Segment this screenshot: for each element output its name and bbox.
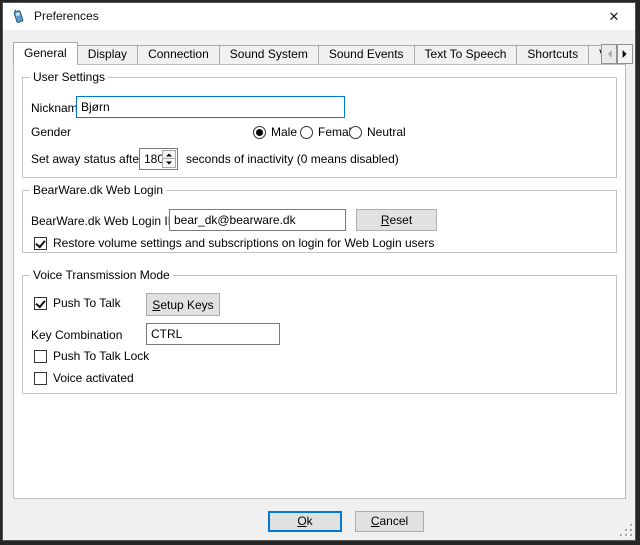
left-arrow-icon (604, 50, 612, 58)
group-title-web-login: BearWare.dk Web Login (30, 183, 166, 198)
push-to-talk-checkbox[interactable] (34, 297, 47, 310)
radio-male[interactable]: Male (253, 126, 297, 139)
radio-neutral-label: Neutral (367, 126, 406, 139)
reset-button[interactable]: Reset (356, 209, 437, 231)
tab-scroll-left-button[interactable] (601, 44, 617, 64)
tab-sound-events[interactable]: Sound Events (318, 45, 415, 64)
close-icon: ✕ (609, 9, 620, 24)
preferences-dialog: Preferences ✕ GeneralDisplayConnectionSo… (2, 2, 636, 541)
key-combination-label: Key Combination (31, 324, 122, 346)
window-title: Preferences (34, 3, 99, 30)
ok-button[interactable]: Ok (268, 511, 342, 532)
spin-down-button[interactable] (163, 159, 175, 167)
group-user-settings: User Settings Nickname Gender Male Femal… (22, 77, 617, 178)
tab-shortcuts[interactable]: Shortcuts (516, 45, 589, 64)
tab-connection[interactable]: Connection (137, 45, 220, 64)
tab-display[interactable]: Display (77, 45, 138, 64)
resize-grip[interactable] (619, 524, 632, 537)
key-combination-input[interactable] (146, 323, 280, 345)
setup-keys-button[interactable]: Setup Keys (146, 293, 220, 316)
group-title-voice-transmission: Voice Transmission Mode (30, 268, 173, 283)
tab-video[interactable]: Video (588, 45, 601, 64)
away-seconds-spinner[interactable]: 180 (139, 148, 178, 170)
title-bar[interactable]: Preferences ✕ (3, 3, 635, 30)
radio-male-label: Male (271, 126, 297, 139)
gender-label: Gender (31, 126, 71, 139)
spin-up-icon (166, 150, 172, 156)
voice-activated-checkbox[interactable] (34, 372, 47, 385)
group-voice-transmission: Voice Transmission Mode Push To Talk Key… (22, 275, 617, 394)
cancel-button[interactable]: Cancel (355, 511, 424, 532)
nickname-input[interactable] (76, 96, 345, 118)
screen: Preferences ✕ GeneralDisplayConnectionSo… (0, 0, 640, 545)
close-button[interactable]: ✕ (593, 3, 635, 30)
restore-volume-checkbox[interactable] (34, 237, 47, 250)
group-title-user-settings: User Settings (30, 70, 108, 85)
away-status-label: Set away status after (31, 148, 143, 170)
tab-bar: GeneralDisplayConnectionSound SystemSoun… (13, 42, 601, 65)
tab-sound-system[interactable]: Sound System (219, 45, 319, 64)
radio-female-circle-icon (300, 126, 313, 139)
restore-volume-label: Restore volume settings and subscription… (53, 237, 434, 250)
tab-general[interactable]: General (13, 42, 78, 65)
push-to-talk-lock-checkbox[interactable] (34, 350, 47, 363)
tab-scroll-right-button[interactable] (617, 44, 633, 64)
right-arrow-icon (623, 50, 631, 58)
push-to-talk-lock-label: Push To Talk Lock (53, 350, 149, 363)
web-login-id-label: BearWare.dk Web Login ID (31, 210, 176, 232)
tab-text-to-speech[interactable]: Text To Speech (414, 45, 518, 64)
teamtalk-app-icon (10, 8, 26, 24)
radio-neutral[interactable]: Neutral (349, 126, 406, 139)
web-login-id-input[interactable] (169, 209, 346, 231)
spin-down-icon (166, 162, 172, 168)
spin-up-button[interactable] (163, 151, 175, 159)
push-to-talk-label: Push To Talk (53, 297, 121, 310)
voice-activated-label: Voice activated (53, 372, 134, 385)
away-status-suffix-label: seconds of inactivity (0 means disabled) (186, 148, 399, 170)
radio-male-circle-icon (253, 126, 266, 139)
spinner-buttons (162, 150, 176, 168)
radio-neutral-circle-icon (349, 126, 362, 139)
